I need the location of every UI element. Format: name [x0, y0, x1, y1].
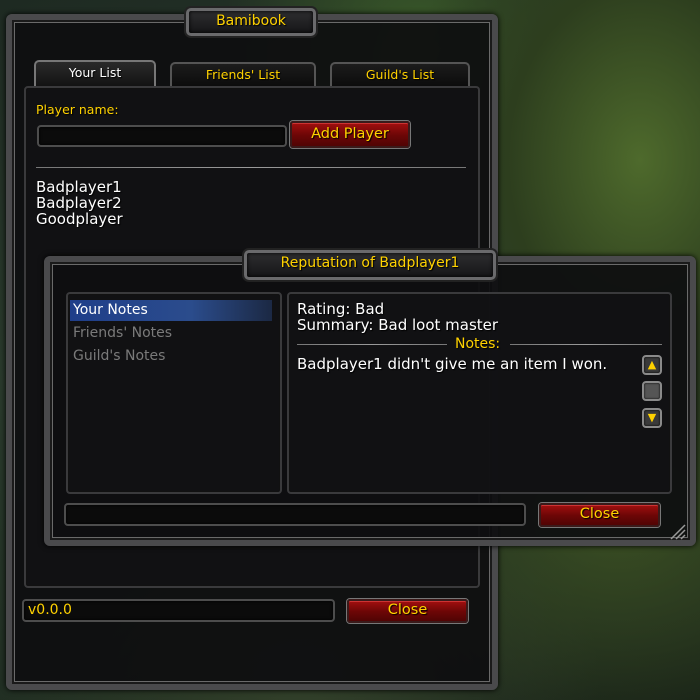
reputation-close-button-label: Close [579, 506, 620, 522]
notes-divider-right [510, 344, 662, 345]
reputation-note-input[interactable] [64, 503, 526, 526]
tab-friends-list-label: Friends' List [205, 67, 281, 82]
bamibook-close-button[interactable]: Close [347, 599, 468, 623]
bamibook-title-text: Bamibook [216, 13, 286, 29]
notes-label: Notes: [455, 336, 501, 352]
player-name-label: Player name: [36, 102, 119, 117]
tab-guilds-list-label: Guild's List [365, 67, 435, 82]
notes-divider-left [297, 344, 447, 345]
bamibook-title[interactable]: Bamibook [186, 8, 316, 36]
tab-guilds-list[interactable]: Guild's List [330, 62, 470, 86]
note-source-guilds-notes[interactable]: Guild's Notes [70, 346, 272, 367]
player-list-item[interactable]: Badplayer2 [36, 195, 122, 211]
add-player-button[interactable]: Add Player [290, 121, 410, 148]
reputation-close-button[interactable]: Close [539, 503, 660, 527]
resize-grip-icon[interactable] [668, 522, 686, 540]
player-name-input[interactable] [37, 125, 287, 147]
scroll-up-icon[interactable]: ▲ [642, 355, 662, 375]
note-source-friends-notes[interactable]: Friends' Notes [70, 323, 272, 344]
tab-friends-list[interactable]: Friends' List [170, 62, 316, 86]
reputation-title-text: Reputation of Badplayer1 [280, 255, 460, 271]
version-field: v0.0.0 [22, 599, 335, 622]
note-source-your-notes[interactable]: Your Notes [70, 300, 272, 321]
add-player-button-label: Add Player [311, 126, 389, 142]
note-text: Badplayer1 didn't give me an item I won. [297, 355, 608, 373]
tab-your-list-label: Your List [68, 65, 122, 80]
scroll-thumb[interactable] [642, 381, 662, 401]
player-list-item[interactable]: Goodplayer [36, 211, 123, 227]
scroll-down-icon[interactable]: ▼ [642, 408, 662, 428]
reputation-title[interactable]: Reputation of Badplayer1 [244, 250, 496, 280]
bamibook-close-button-label: Close [387, 602, 428, 618]
tab-your-list[interactable]: Your List [34, 60, 156, 88]
player-list-divider [36, 167, 466, 168]
summary-text: Summary: Bad loot master [297, 316, 499, 334]
player-list-item[interactable]: Badplayer1 [36, 179, 122, 195]
